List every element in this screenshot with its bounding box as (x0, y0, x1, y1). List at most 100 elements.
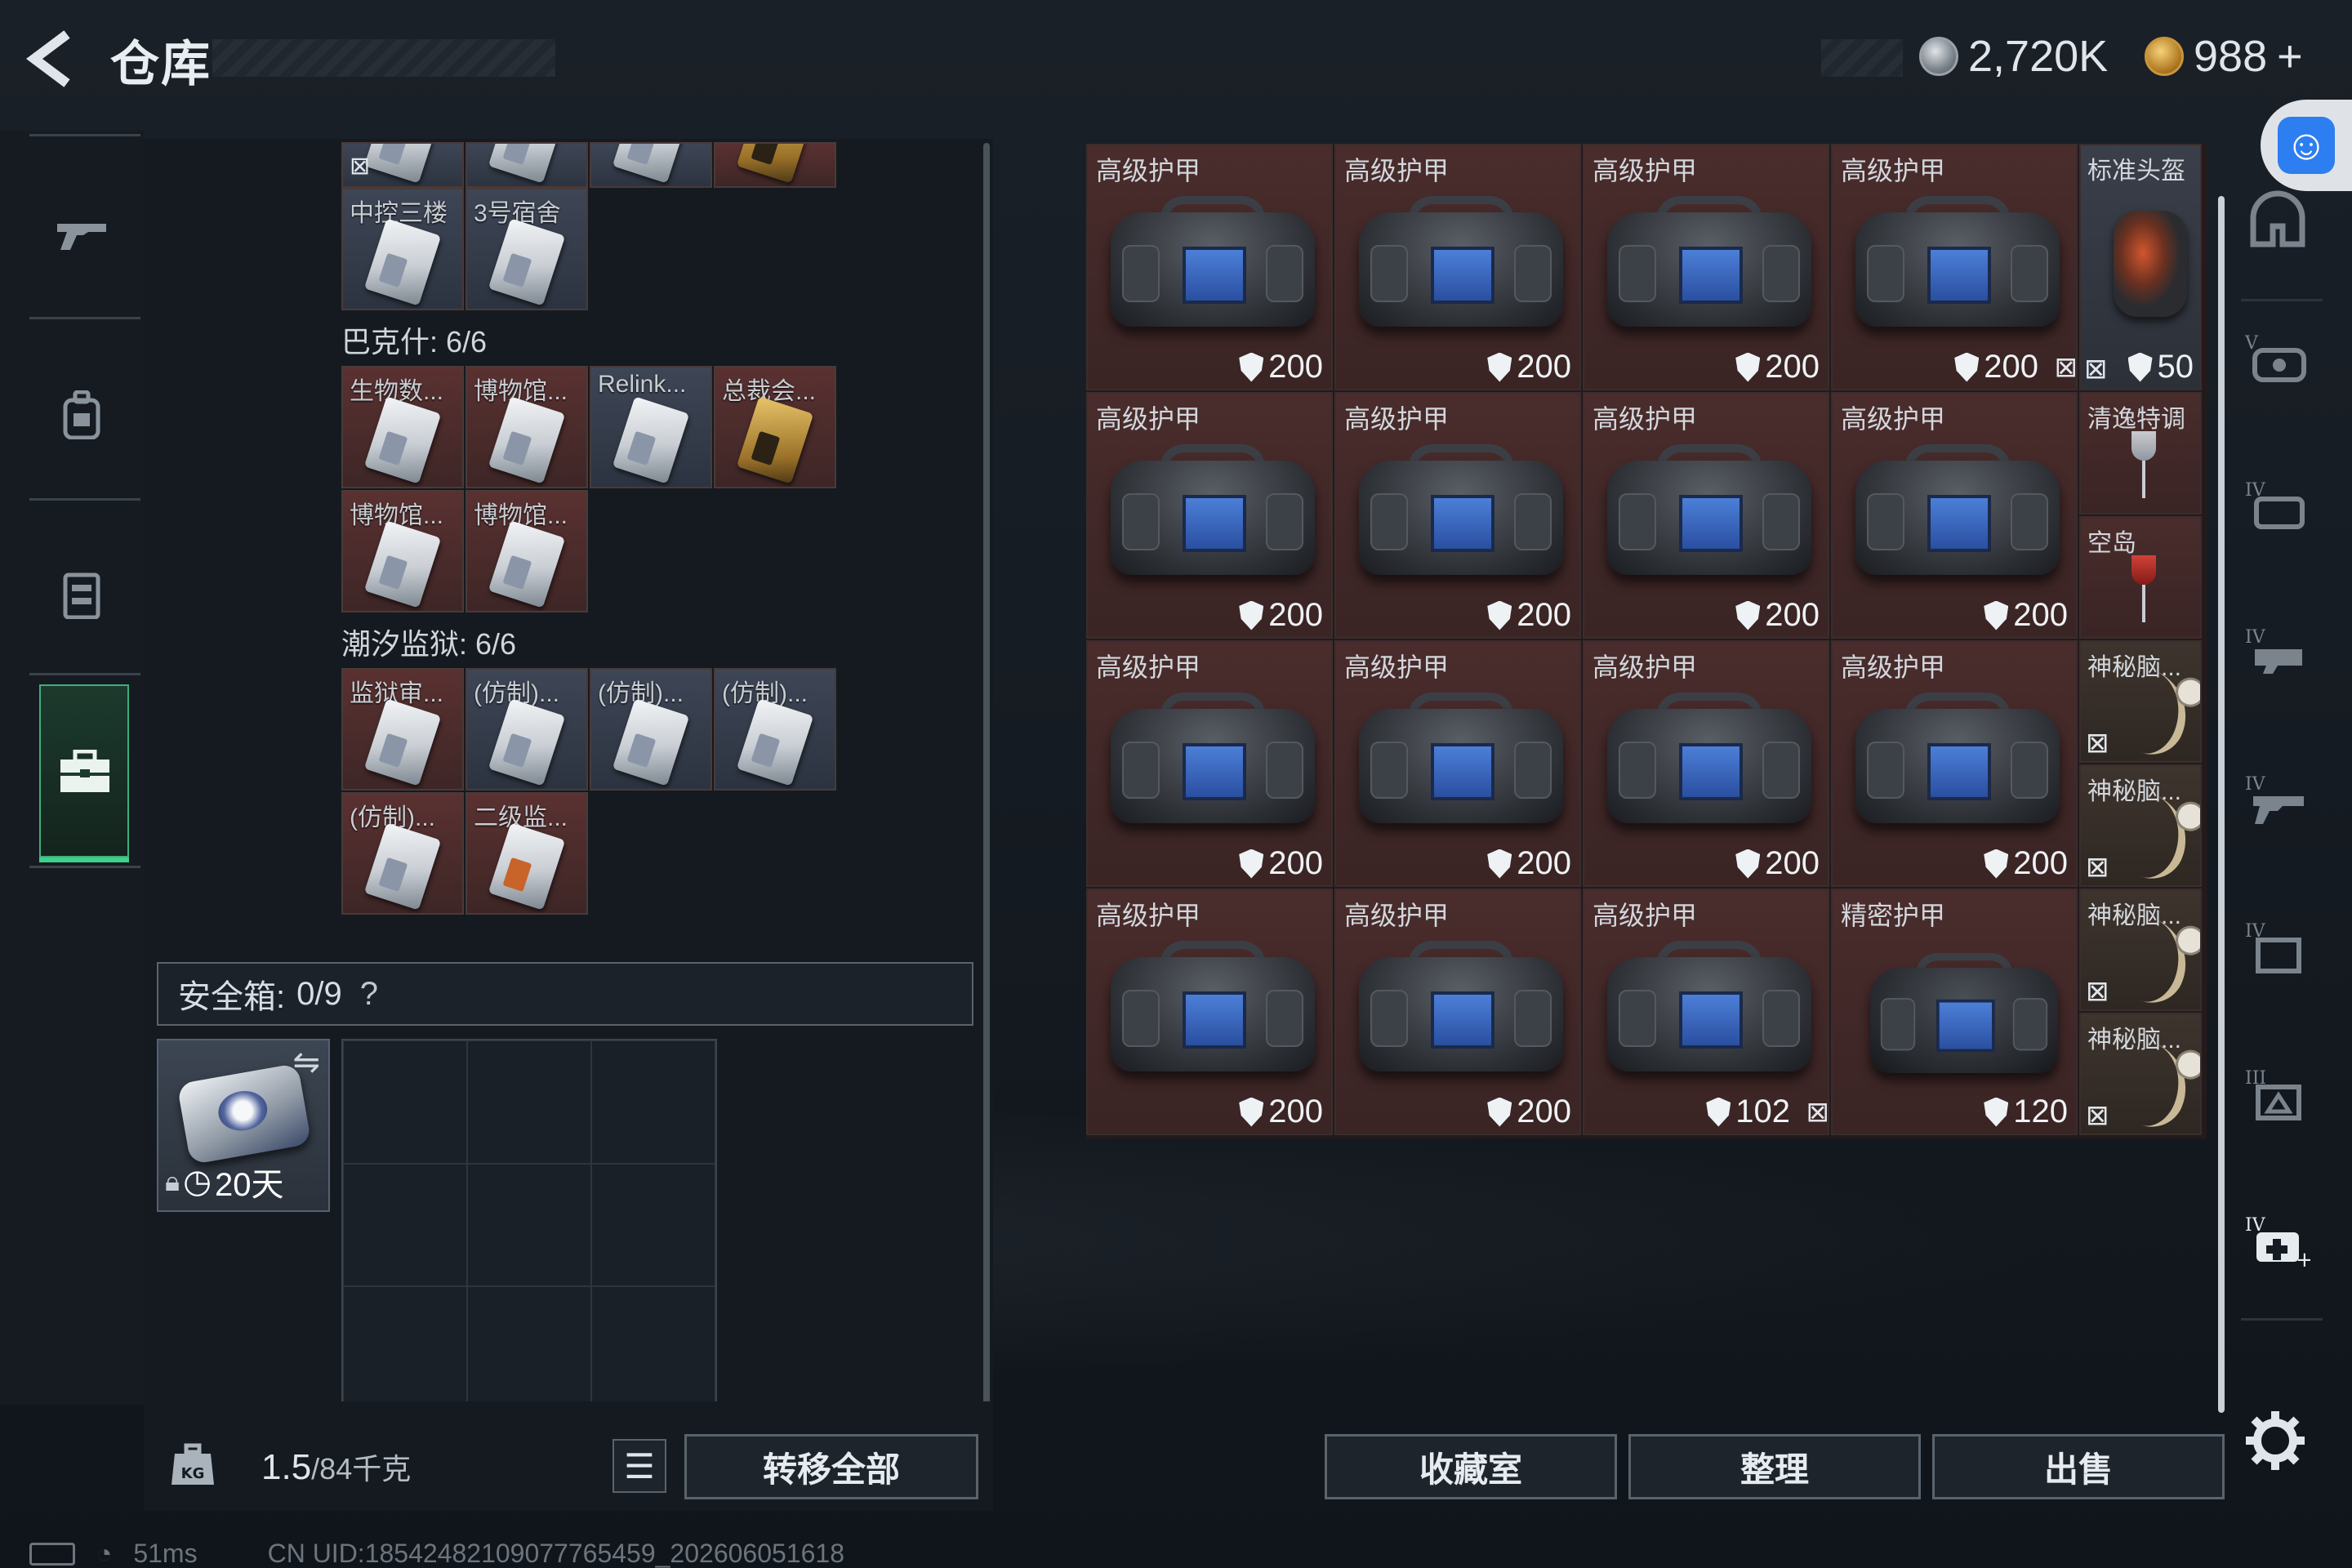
item-slot[interactable]: (仿制)... (714, 668, 836, 791)
armor-item[interactable]: 精密护甲 120 (1831, 889, 2078, 1135)
item-slot[interactable]: 博物馆... (341, 490, 464, 612)
list-view-button[interactable]: ☰ (612, 1439, 666, 1493)
durability: 200 (1487, 349, 1571, 385)
item-slot[interactable]: 监狱审... (341, 668, 464, 791)
drink-item[interactable]: 空岛 (2079, 516, 2202, 639)
gun-icon[interactable] (51, 204, 113, 266)
medical-category-icon[interactable]: IV + (2241, 1209, 2314, 1274)
svg-text:IV: IV (2245, 627, 2266, 648)
swap-icon[interactable]: ⇋ (292, 1044, 320, 1081)
supply-category-icon[interactable]: III (2241, 1062, 2314, 1127)
helmet-item[interactable]: 标准头盔 ⊠ 50 (2079, 144, 2202, 390)
item-slot[interactable]: 总裁会... (714, 366, 836, 488)
armor-category-icon[interactable]: V (2241, 327, 2314, 392)
nav-divider (29, 498, 140, 501)
durability-value: 200 (1517, 597, 1571, 633)
armor-item[interactable]: 高级护甲 200 (1583, 392, 1829, 639)
drink-item[interactable]: 清逸特调 (2079, 392, 2202, 514)
armor-item[interactable]: 高级护甲 200 ⊠ (1831, 144, 2078, 390)
item-slot[interactable] (466, 142, 588, 188)
armor-item[interactable]: 高级护甲 200 (1831, 392, 2078, 639)
document-category-icon[interactable]: IV (2241, 915, 2314, 980)
weapon-category-icon[interactable]: IV (2241, 768, 2314, 833)
shield-icon (1735, 849, 1761, 879)
back-icon[interactable] (24, 29, 82, 88)
item-slot[interactable] (590, 142, 712, 188)
armor-image (1111, 941, 1315, 1080)
mystery-item[interactable]: 神秘脑... ⊠ (2079, 1013, 2202, 1135)
armor-item[interactable]: 高级护甲 200 (1334, 392, 1581, 639)
collection-room-button[interactable]: 收藏室 (1325, 1434, 1617, 1499)
category-scrollbar[interactable] (2218, 196, 2225, 1413)
item-name: 高级护甲 (1096, 653, 1201, 682)
item-slot[interactable]: (仿制)... (341, 792, 464, 915)
armor-item[interactable]: 高级护甲 200 (1086, 392, 1333, 639)
mystery-item[interactable]: 神秘脑... ⊠ (2079, 764, 2202, 887)
armor-item[interactable]: 高级护甲 200 (1334, 144, 1581, 390)
durability: 200 (1239, 597, 1323, 634)
weight-capacity: /84千克 (311, 1452, 412, 1486)
vest-icon[interactable] (51, 564, 113, 626)
item-name: 高级护甲 (1841, 404, 1946, 434)
safe-box-item[interactable]: ⇋ 🔒︎ ◷ 20天 (157, 1039, 330, 1212)
nav-item-selected[interactable] (39, 684, 129, 862)
no-insurance-icon: ⊠ (2086, 1100, 2109, 1131)
rig-category-icon[interactable]: IV (2241, 474, 2314, 539)
currency-gold[interactable]: 988 + (2145, 31, 2303, 82)
armor-item[interactable]: 高级护甲 200 (1086, 640, 1333, 887)
armor-item[interactable]: 高级护甲 200 (1334, 889, 1581, 1135)
storage-scrollbar[interactable] (983, 143, 990, 1417)
sell-button[interactable]: 出售 (1932, 1434, 2225, 1499)
settings-gear-icon[interactable] (2244, 1410, 2306, 1472)
safe-box-grid[interactable] (341, 1039, 717, 1411)
armor-item[interactable]: 高级护甲 200 (1583, 640, 1829, 887)
backpack-icon[interactable] (51, 384, 113, 446)
durability-value: 200 (1268, 845, 1323, 881)
item-slot[interactable]: 博物馆... (466, 366, 588, 488)
durability: 200 (1487, 1094, 1571, 1130)
armor-image (1359, 941, 1563, 1080)
help-icon[interactable]: ? (360, 976, 378, 1013)
armor-item[interactable]: 高级护甲 200 (1831, 640, 2078, 887)
helmet-image (2114, 211, 2187, 317)
silver-coin-icon (1919, 37, 1958, 76)
durability: 200 (1735, 597, 1820, 634)
item-name: 高级护甲 (1344, 653, 1450, 682)
accessibility-icon: ☺ (2278, 117, 2335, 174)
category-divider (2241, 299, 2323, 301)
item-name: 高级护甲 (1096, 404, 1201, 434)
item-slot[interactable]: Relink... (590, 366, 712, 488)
vest-category-icon[interactable]: IV (2241, 621, 2314, 686)
currency-gold-value: 988 (2194, 32, 2268, 81)
mystery-item[interactable]: 神秘脑... ⊠ (2079, 640, 2202, 763)
no-insurance-icon: ⊠ (2086, 728, 2109, 759)
armor-item[interactable]: 高级护甲 200 (1334, 640, 1581, 887)
drink-icon (2132, 555, 2156, 629)
item-slot[interactable] (714, 142, 836, 188)
add-currency-button[interactable]: + (2277, 31, 2303, 82)
durability: 200 (1735, 349, 1820, 385)
wifi-icon: ◔ (96, 1539, 113, 1568)
item-slot[interactable]: ⊠ (341, 142, 464, 188)
transfer-all-button[interactable]: 转移全部 (684, 1434, 978, 1499)
item-slot[interactable]: 中控三楼 (341, 188, 464, 310)
currency-silver-value: 2,720K (1968, 32, 2109, 81)
armor-item[interactable]: 高级护甲 200 (1583, 144, 1829, 390)
item-slot[interactable]: 博物馆... (466, 490, 588, 612)
accessibility-button[interactable]: ☺ (2261, 100, 2352, 191)
organize-button[interactable]: 整理 (1628, 1434, 1921, 1499)
armor-item[interactable]: 高级护甲 200 (1086, 144, 1333, 390)
item-slot[interactable]: 二级监... (466, 792, 588, 915)
helmet-category-icon[interactable] (2241, 186, 2314, 252)
item-slot[interactable]: 生物数... (341, 366, 464, 488)
armor-item[interactable]: 高级护甲 200 (1086, 889, 1333, 1135)
item-slot[interactable]: (仿制)... (590, 668, 712, 791)
item-name: 高级护甲 (1344, 156, 1450, 185)
mystery-item[interactable]: 神秘脑... ⊠ (2079, 889, 2202, 1011)
armor-item[interactable]: 高级护甲 102 ⊠ (1583, 889, 1829, 1135)
armor-image (1111, 444, 1315, 583)
armor-image (1359, 444, 1563, 583)
item-slot[interactable]: 3号宿舍 (466, 188, 588, 310)
item-slot[interactable]: (仿制)... (466, 668, 588, 791)
currency-silver[interactable]: 2,720K (1919, 31, 2108, 82)
